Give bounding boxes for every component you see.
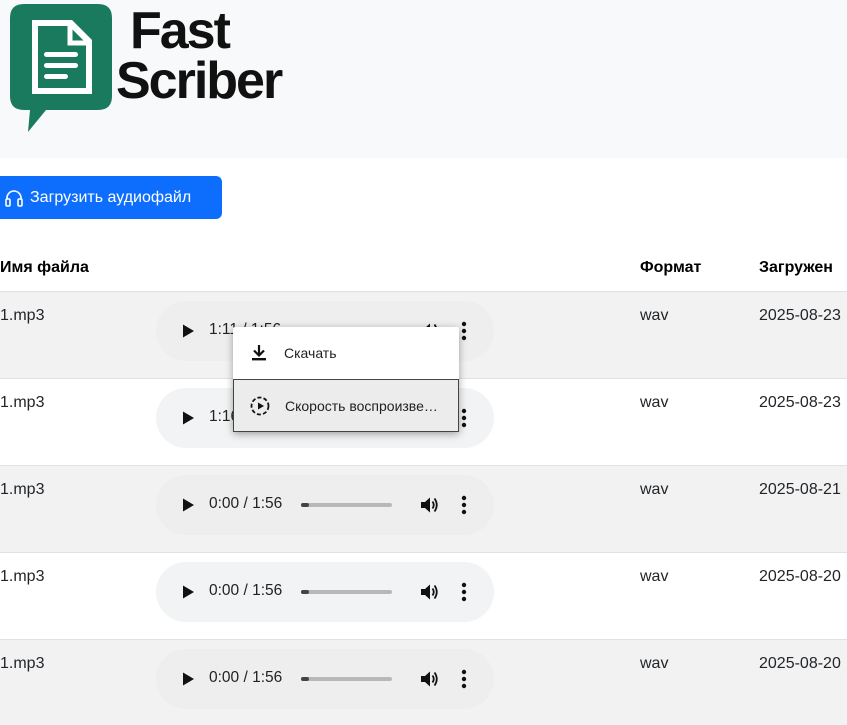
table-header: Имя файла Формат Загружен: [0, 248, 847, 292]
progress-fill: [301, 503, 309, 507]
menu-item-label: Скачать: [284, 345, 337, 361]
files-table: Имя файла Формат Загружен 1.mp3 1:11 / 1…: [0, 248, 847, 725]
uploaded-cell: 2025-08-20: [759, 568, 841, 585]
more-options-icon[interactable]: [459, 494, 469, 516]
logo-line-2: Scriber: [116, 52, 283, 110]
filename-cell: 1.mp3: [0, 655, 45, 672]
format-cell: wav: [640, 307, 669, 324]
menu-item-label: Скорость воспроизве…: [285, 397, 438, 414]
table-row: 1.mp3 0:00 / 1:56 wav 2025-08-20: [0, 553, 847, 640]
logo-text: Fast Scriber: [116, 2, 283, 110]
time-display: 0:00 / 1:56: [209, 495, 283, 512]
progress-fill: [301, 590, 309, 594]
play-icon[interactable]: [180, 323, 196, 339]
format-cell: wav: [640, 481, 669, 498]
audio-progress-slider[interactable]: [301, 503, 392, 507]
headphones-icon: [5, 189, 23, 207]
upload-audio-button[interactable]: Загрузить аудиофайл: [0, 176, 222, 219]
column-header-filename: Имя файла: [0, 259, 89, 276]
audio-player[interactable]: 0:00 / 1:56: [156, 562, 494, 622]
table-row: 1.mp3 0:00 / 1:56 wav 2025-08-20: [0, 640, 847, 725]
audio-player[interactable]: 0:00 / 1:56: [156, 649, 494, 709]
volume-icon[interactable]: [418, 581, 440, 603]
audio-context-menu: Скачать Скорость воспроизве…: [233, 327, 459, 432]
header: Fast Scriber: [0, 0, 847, 158]
audio-player[interactable]: 0:00 / 1:56: [156, 475, 494, 535]
menu-item-playback-speed[interactable]: Скорость воспроизве…: [233, 379, 459, 432]
column-header-format: Формат: [640, 259, 702, 276]
filename-cell: 1.mp3: [0, 394, 45, 411]
time-display: 0:00 / 1:56: [209, 669, 283, 686]
uploaded-cell: 2025-08-23: [759, 394, 841, 411]
format-cell: wav: [640, 568, 669, 585]
play-icon[interactable]: [180, 584, 196, 600]
play-icon[interactable]: [180, 410, 196, 426]
more-options-icon[interactable]: [459, 668, 469, 690]
upload-button-label: Загрузить аудиофайл: [30, 188, 192, 206]
audio-progress-slider[interactable]: [301, 590, 392, 594]
play-icon[interactable]: [180, 497, 196, 513]
filename-cell: 1.mp3: [0, 307, 45, 324]
format-cell: wav: [640, 655, 669, 672]
filename-cell: 1.mp3: [0, 481, 45, 498]
uploaded-cell: 2025-08-21: [759, 481, 841, 498]
play-icon[interactable]: [180, 671, 196, 687]
table-row: 1.mp3 0:00 / 1:56 wav 2025-08-21: [0, 466, 847, 553]
download-icon: [252, 345, 266, 361]
logo-line-1: Fast: [130, 2, 231, 60]
filename-cell: 1.mp3: [0, 568, 45, 585]
volume-icon[interactable]: [418, 494, 440, 516]
menu-item-download[interactable]: Скачать: [233, 327, 459, 379]
playback-speed-icon: [250, 396, 270, 415]
progress-fill: [301, 677, 309, 681]
more-options-icon[interactable]: [459, 320, 469, 342]
more-options-icon[interactable]: [459, 407, 469, 429]
volume-icon[interactable]: [418, 668, 440, 690]
uploaded-cell: 2025-08-20: [759, 655, 841, 672]
uploaded-cell: 2025-08-23: [759, 307, 841, 324]
logo-icon: [10, 4, 112, 132]
format-cell: wav: [640, 394, 669, 411]
more-options-icon[interactable]: [459, 581, 469, 603]
audio-progress-slider[interactable]: [301, 677, 392, 681]
time-display: 0:00 / 1:56: [209, 582, 283, 599]
column-header-uploaded: Загружен: [759, 259, 833, 276]
